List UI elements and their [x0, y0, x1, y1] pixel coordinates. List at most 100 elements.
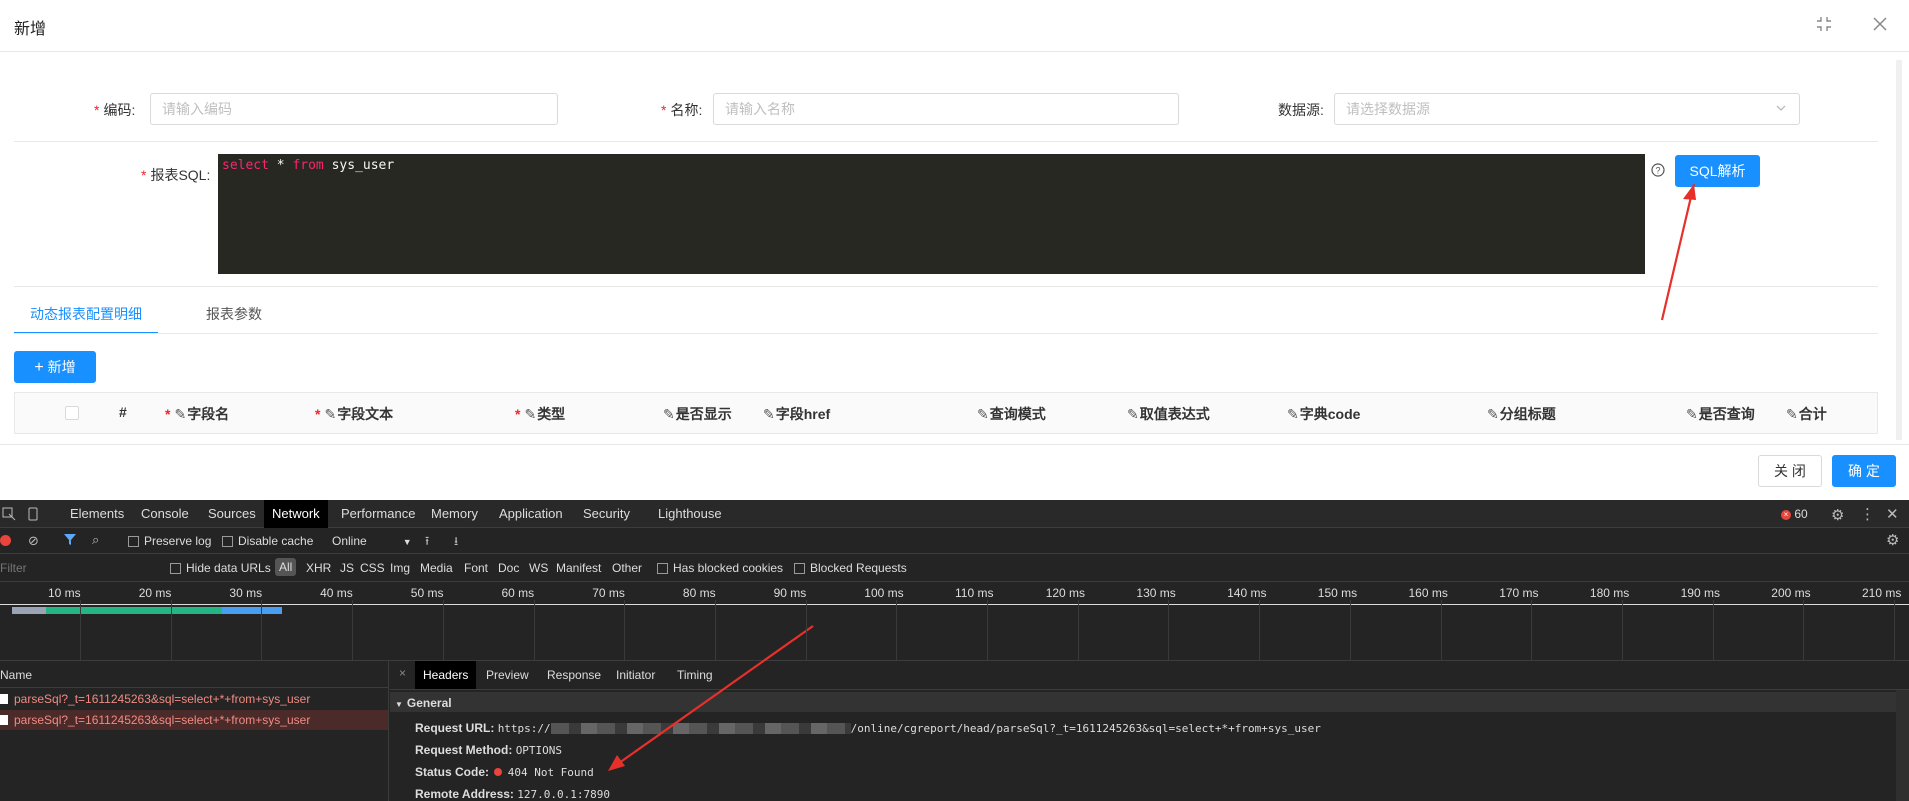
tab-performance[interactable]: Performance	[333, 500, 423, 528]
timeline-gridline	[1259, 600, 1261, 660]
tab-security[interactable]: Security	[575, 500, 638, 528]
request-method-value: OPTIONS	[515, 744, 563, 757]
divider	[14, 286, 1878, 287]
filter-type-img[interactable]: Img	[390, 561, 410, 575]
edit-icon: ✎	[1287, 406, 1299, 422]
general-section-header[interactable]	[390, 692, 1896, 712]
details-scrollbar[interactable]	[1896, 690, 1909, 801]
tab-application[interactable]: Application	[491, 500, 571, 528]
name-column-header[interactable]: Name	[0, 668, 32, 682]
request-method-row: Request Method: OPTIONS	[415, 743, 562, 757]
col-value-expr: ✎取值表达式	[1127, 406, 1210, 422]
timeline-tick-label: 150 ms	[1317, 586, 1358, 600]
general-section-title[interactable]: ▼ General	[395, 696, 452, 710]
settings-gear-icon[interactable]: ⚙	[1831, 506, 1844, 524]
details-tab-timing[interactable]: Timing	[669, 661, 721, 689]
tab-memory[interactable]: Memory	[423, 500, 486, 528]
sql-token: sys_user	[323, 158, 395, 173]
close-devtools-icon[interactable]: ✕	[1886, 505, 1899, 523]
preserve-log-checkbox[interactable]: Preserve log	[128, 534, 211, 548]
timeline-tick-label: 70 ms	[592, 586, 625, 600]
select-all-checkbox[interactable]	[65, 406, 79, 420]
remote-address-row: Remote Address: 127.0.0.1:7890	[415, 787, 610, 801]
inspect-icon[interactable]	[2, 507, 16, 524]
details-tab-response[interactable]: Response	[539, 661, 609, 689]
network-settings-gear-icon[interactable]: ⚙	[1886, 531, 1899, 549]
details-tab-initiator[interactable]: Initiator	[608, 661, 663, 689]
datasource-select[interactable]: 请选择数据源	[1334, 93, 1800, 125]
request-row[interactable]: parseSql?_t=1611245263&sql=select+*+from…	[0, 689, 388, 709]
col-field-name: * ✎字段名	[165, 406, 230, 422]
details-tab-preview[interactable]: Preview	[478, 661, 537, 689]
close-details-icon[interactable]: ×	[399, 666, 406, 680]
timeline-gridline	[1894, 600, 1895, 660]
clear-icon[interactable]: ⊘	[28, 533, 39, 549]
device-toggle-icon[interactable]	[26, 507, 40, 524]
filter-input[interactable]	[0, 558, 160, 578]
timeline-tick-label: 130 ms	[1136, 586, 1176, 600]
ok-button[interactable]: 确 定	[1832, 455, 1896, 487]
timeline-gridline	[533, 600, 535, 660]
has-blocked-cookies-checkbox[interactable]: Has blocked cookies	[657, 561, 783, 575]
col-total: ✎合计	[1786, 406, 1827, 422]
import-har-icon[interactable]: ⭱	[425, 532, 429, 553]
add-row-button[interactable]: + 新增	[14, 351, 96, 383]
modal-header: 新增	[0, 0, 1909, 52]
tab-sources[interactable]: Sources	[200, 500, 264, 528]
throttle-select[interactable]: Online ▼	[332, 534, 412, 548]
modal-title: 新增	[14, 21, 47, 38]
edit-icon: ✎	[763, 406, 775, 422]
filter-type-all[interactable]: All	[275, 558, 297, 576]
code-input[interactable]	[150, 93, 558, 125]
filter-type-manifest[interactable]: Manifest	[556, 561, 601, 575]
remote-address-value: 127.0.0.1:7890	[517, 788, 610, 801]
error-counter[interactable]: × 60	[1781, 507, 1808, 521]
timeline-tick-label: 110 ms	[955, 586, 994, 600]
checkbox-box	[657, 563, 668, 575]
timeline-tick-label: 180 ms	[1589, 586, 1630, 600]
filter-type-media[interactable]: Media	[420, 561, 453, 575]
tab-report-config[interactable]: 动态报表配置明细	[30, 304, 142, 324]
col-dict-code: ✎字典code	[1287, 406, 1361, 422]
close-icon[interactable]	[1872, 16, 1888, 35]
fullscreen-icon[interactable]	[1816, 16, 1832, 35]
more-options-icon[interactable]: ⋮	[1860, 505, 1875, 523]
filter-type-js[interactable]: JS	[340, 561, 354, 575]
col-href: ✎字段href	[763, 406, 831, 422]
name-input[interactable]	[713, 93, 1179, 125]
filter-icon[interactable]	[63, 532, 77, 549]
tab-elements[interactable]: Elements	[62, 500, 132, 528]
edit-icon: ✎	[174, 406, 187, 422]
filter-type-other[interactable]: Other	[612, 561, 642, 575]
sql-editor[interactable]: select * from sys_user	[218, 154, 1645, 274]
sql-label: * 报表SQL:	[141, 167, 211, 183]
table-header	[14, 392, 1878, 434]
error-icon: ×	[1781, 509, 1791, 520]
scrollbar[interactable]	[1896, 60, 1902, 440]
status-code-value: 404 Not Found	[507, 766, 594, 779]
hide-data-urls-checkbox[interactable]: Hide data URLs	[170, 561, 271, 575]
search-icon[interactable]: ⌕	[92, 532, 99, 548]
tab-network[interactable]: Network	[264, 500, 328, 528]
tab-console[interactable]: Console	[133, 500, 197, 528]
close-button[interactable]: 关 闭	[1758, 455, 1822, 487]
request-row-selected[interactable]: parseSql?_t=1611245263&sql=select+*+from…	[0, 710, 388, 730]
filter-type-css[interactable]: CSS	[360, 561, 385, 575]
edit-icon: ✎	[1786, 406, 1798, 422]
timeline-tick-label: 20 ms	[138, 586, 172, 600]
tab-report-params[interactable]: 报表参数	[206, 304, 262, 324]
filter-type-doc[interactable]: Doc	[498, 561, 519, 575]
col-type: * ✎类型	[515, 406, 566, 422]
filter-type-ws[interactable]: WS	[529, 561, 548, 575]
export-har-icon[interactable]: ⭳	[454, 532, 458, 553]
filter-type-font[interactable]: Font	[464, 561, 488, 575]
details-tab-headers[interactable]: Headers	[415, 661, 477, 689]
blocked-requests-checkbox[interactable]: Blocked Requests	[794, 561, 907, 575]
filter-type-xhr[interactable]: XHR	[306, 561, 331, 575]
disable-cache-checkbox[interactable]: Disable cache	[222, 534, 313, 548]
help-icon[interactable]: ?	[1651, 163, 1665, 180]
tab-lighthouse[interactable]: Lighthouse	[650, 500, 730, 528]
request-list	[0, 661, 389, 801]
sql-parse-button[interactable]: SQL解析	[1675, 155, 1760, 187]
record-icon[interactable]	[0, 535, 11, 546]
